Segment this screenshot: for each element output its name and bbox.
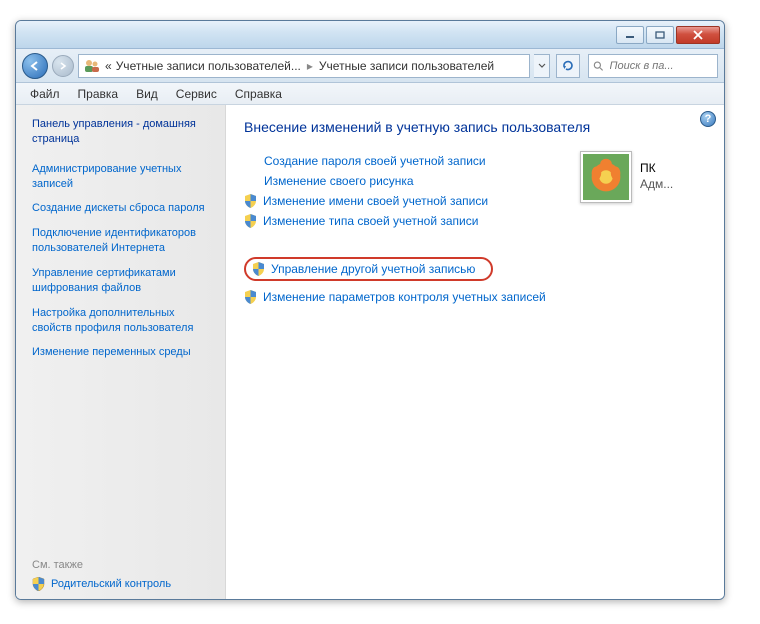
sidebar-link-profile-props[interactable]: Настройка дополнительных свойств профиля… — [32, 306, 215, 336]
shield-icon — [252, 262, 265, 276]
menu-edit[interactable]: Правка — [70, 85, 127, 103]
breadcrumb-part2[interactable]: Учетные записи пользователей — [319, 59, 494, 73]
account-text: ПК Адм... — [640, 161, 673, 192]
shield-icon — [244, 194, 257, 208]
maximize-icon — [655, 31, 665, 39]
arrow-right-icon — [58, 61, 68, 71]
menu-view[interactable]: Вид — [128, 85, 166, 103]
sidebar-link-admin-accounts[interactable]: Администрирование учетных записей — [32, 162, 215, 192]
refresh-icon — [561, 59, 575, 73]
flower-image-icon — [583, 154, 629, 200]
sidebar: Панель управления - домашняя страница Ад… — [16, 105, 226, 599]
close-button[interactable] — [676, 26, 720, 44]
sidebar-link-online-ids[interactable]: Подключение идентификаторов пользователе… — [32, 226, 215, 256]
shield-icon — [244, 290, 257, 304]
account-picture — [580, 151, 632, 203]
refresh-button[interactable] — [556, 54, 580, 78]
account-tile[interactable]: ПК Адм... — [580, 151, 710, 203]
highlight-callout: Управление другой учетной записью — [244, 257, 493, 281]
account-name: ПК — [640, 161, 673, 177]
parental-control-label: Родительский контроль — [51, 578, 171, 590]
link-change-type[interactable]: Изменение типа своей учетной записи — [244, 213, 706, 229]
sidebar-spacer — [32, 370, 215, 559]
menu-bar: Файл Правка Вид Сервис Справка — [16, 83, 724, 105]
menu-file[interactable]: Файл — [22, 85, 68, 103]
forward-button[interactable] — [52, 55, 74, 77]
minimize-button[interactable] — [616, 26, 644, 44]
search-icon — [593, 60, 604, 72]
breadcrumb-part1[interactable]: Учетные записи пользователей... — [116, 59, 301, 73]
menu-help[interactable]: Справка — [227, 85, 290, 103]
address-dropdown-button[interactable] — [534, 54, 550, 78]
sidebar-link-certificates[interactable]: Управление сертификатами шифрования файл… — [32, 266, 215, 296]
back-button[interactable] — [22, 53, 48, 79]
maximize-button[interactable] — [646, 26, 674, 44]
sidebar-home-link[interactable]: Панель управления - домашняя страница — [32, 117, 215, 148]
link-manage-other-account[interactable]: Управление другой учетной записью — [244, 257, 706, 281]
chevron-down-icon — [538, 62, 546, 70]
breadcrumb-prefix: « — [105, 59, 112, 73]
address-bar[interactable]: « Учетные записи пользователей... ▸ Учет… — [78, 54, 530, 78]
content-area: Панель управления - домашняя страница Ад… — [16, 105, 724, 599]
minimize-icon — [625, 31, 635, 39]
shield-icon — [32, 577, 45, 591]
close-icon — [692, 30, 704, 40]
search-input[interactable] — [608, 59, 714, 73]
link-change-uac[interactable]: Изменение параметров контроля учетных за… — [244, 289, 706, 305]
see-also-heading: См. также — [32, 559, 215, 571]
sidebar-link-reset-disk[interactable]: Создание дискеты сброса пароля — [32, 201, 215, 216]
arrow-left-icon — [29, 60, 41, 72]
account-role: Адм... — [640, 177, 673, 193]
parental-control-link[interactable]: Родительский контроль — [32, 577, 215, 591]
shield-icon — [244, 214, 257, 228]
help-button[interactable]: ? — [700, 111, 716, 127]
titlebar — [16, 21, 724, 49]
menu-service[interactable]: Сервис — [168, 85, 225, 103]
breadcrumb-separator-icon: ▸ — [305, 59, 315, 73]
main-pane: ? Внесение изменений в учетную запись по… — [226, 105, 724, 599]
search-box[interactable] — [588, 54, 718, 78]
navigation-bar: « Учетные записи пользователей... ▸ Учет… — [16, 49, 724, 83]
control-panel-window: « Учетные записи пользователей... ▸ Учет… — [15, 20, 725, 600]
page-title: Внесение изменений в учетную запись поль… — [244, 119, 706, 135]
users-icon — [83, 58, 101, 74]
sidebar-link-env-vars[interactable]: Изменение переменных среды — [32, 345, 215, 360]
help-icon: ? — [705, 113, 712, 125]
